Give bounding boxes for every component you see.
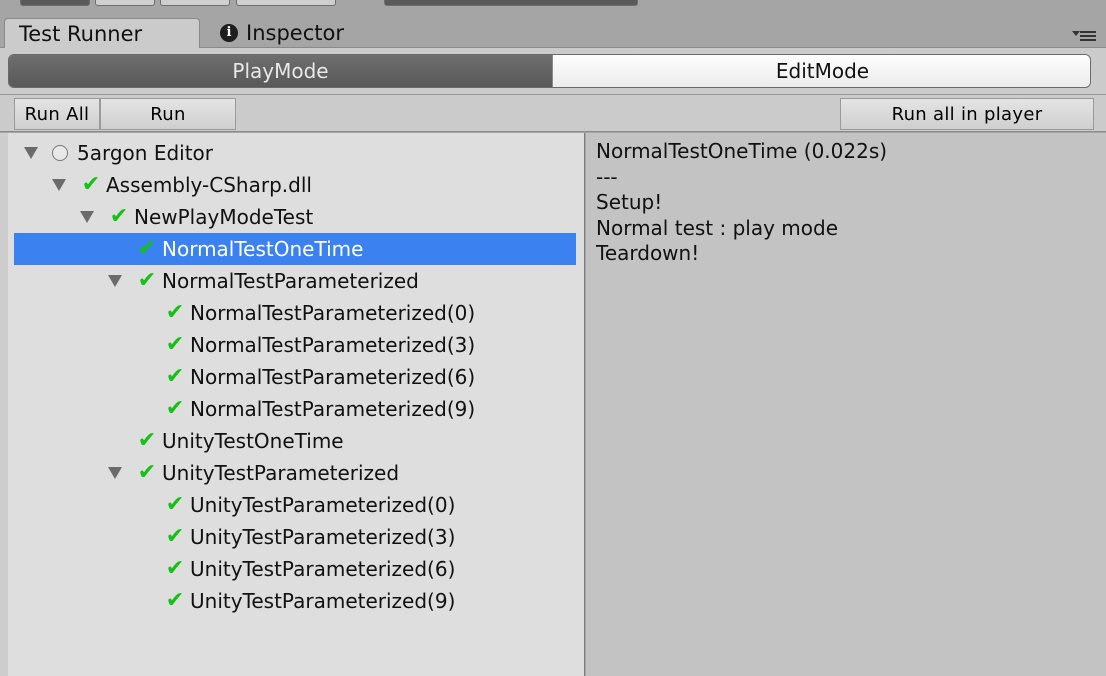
tree-row-assembly[interactable]: ✔ Assembly-CSharp.dll [14, 169, 576, 201]
tree-row[interactable]: ✔ NormalTestParameterized(3) [14, 329, 576, 361]
pass-check-icon: ✔ [165, 492, 185, 517]
pass-check-icon: ✔ [165, 364, 185, 389]
tree-row[interactable]: ✔ UnityTestParameterized(9) [14, 585, 576, 617]
tree-row-selected[interactable]: ✔ NormalTestOneTime [14, 233, 576, 265]
toolbar-segment[interactable] [20, 0, 90, 6]
tree-row[interactable]: ✔ UnityTestOneTime [14, 425, 576, 457]
tab-label: Inspector [246, 21, 344, 45]
tree-row[interactable]: ✔ UnityTestParameterized [14, 457, 576, 489]
test-result-detail: NormalTestOneTime (0.022s) --- Setup! No… [586, 133, 1106, 676]
tree-row-fixture[interactable]: ✔ NewPlayModeTest [14, 201, 576, 233]
tree-item-label: Assembly-CSharp.dll [106, 173, 312, 197]
expand-arrow-icon[interactable] [108, 467, 122, 479]
run-all-button[interactable]: Run All [14, 98, 100, 130]
result-title: NormalTestOneTime (0.022s) [596, 139, 888, 163]
tab-label: Test Runner [19, 22, 143, 46]
pass-check-icon: ✔ [165, 588, 185, 613]
toolbar-segment[interactable] [384, 0, 638, 6]
tree-item-label: NormalTestOneTime [162, 237, 364, 261]
result-log-line: Setup! [596, 190, 663, 215]
pass-check-icon: ✔ [137, 236, 157, 261]
tree-item-label: UnityTestParameterized(0) [190, 493, 456, 517]
tree-row[interactable]: ✔ NormalTestParameterized(9) [14, 393, 576, 425]
pass-check-icon: ✔ [165, 396, 185, 421]
pass-check-icon: ✔ [81, 172, 101, 197]
pass-check-icon: ✔ [109, 204, 129, 229]
tree-row[interactable]: ✔ UnityTestParameterized(6) [14, 553, 576, 585]
mode-bar: PlayMode EditMode [0, 48, 1106, 94]
window-tab-bar: Test Runner i Inspector [0, 16, 1106, 48]
pass-check-icon: ✔ [137, 428, 157, 453]
tree-row[interactable]: ✔ NormalTestParameterized(6) [14, 361, 576, 393]
pass-check-icon: ✔ [137, 268, 157, 293]
tab-test-runner[interactable]: Test Runner [4, 18, 200, 48]
tree-row-root[interactable]: 5argon Editor [14, 137, 576, 169]
pass-check-icon: ✔ [165, 556, 185, 581]
playmode-button[interactable]: PlayMode [9, 55, 552, 87]
toolbar-segment[interactable] [160, 0, 230, 6]
expand-arrow-icon[interactable] [80, 211, 94, 223]
tree-item-label: NormalTestParameterized(6) [190, 365, 476, 389]
window-menu-icon[interactable] [1072, 29, 1096, 43]
run-selected-button[interactable]: Run Selected [100, 98, 236, 157]
result-log-line: Normal test : play mode [596, 215, 839, 240]
tree-item-label: UnityTestParameterized(3) [190, 525, 456, 549]
info-icon: i [220, 24, 238, 42]
editmode-button[interactable]: EditMode [552, 55, 1090, 87]
expand-arrow-icon[interactable] [108, 275, 122, 287]
tree-row[interactable]: ✔ NormalTestParameterized [14, 265, 576, 297]
tab-inspector[interactable]: i Inspector [214, 18, 350, 48]
tree-item-label: NormalTestParameterized(9) [190, 397, 476, 421]
mode-toggle: PlayMode EditMode [8, 54, 1091, 88]
result-separator: --- [596, 164, 618, 189]
tree-item-label: UnityTestParameterized(6) [190, 557, 456, 581]
tree-item-label: 5argon Editor [77, 141, 214, 165]
pass-check-icon: ✔ [137, 460, 157, 485]
tree-item-label: NormalTestParameterized(3) [190, 333, 476, 357]
result-log-line: Teardown! [596, 241, 700, 266]
tree-item-label: UnityTestOneTime [162, 429, 344, 453]
pass-check-icon: ✔ [165, 524, 185, 549]
run-in-player-button[interactable]: Run all in player (Android) [840, 98, 1094, 157]
test-tree: 5argon Editor ✔ Assembly-CSharp.dll ✔ Ne… [0, 133, 585, 676]
tree-row[interactable]: ✔ UnityTestParameterized(0) [14, 489, 576, 521]
toolbar-segment[interactable] [95, 0, 155, 6]
pass-check-icon: ✔ [165, 332, 185, 357]
pass-check-icon: ✔ [165, 300, 185, 325]
tree-row[interactable]: ✔ NormalTestParameterized(0) [14, 297, 576, 329]
test-actions-toolbar: Run All Run Selected Run all in player (… [0, 94, 1106, 157]
tree-row[interactable]: ✔ UnityTestParameterized(3) [14, 521, 576, 553]
tree-item-label: UnityTestParameterized [162, 461, 400, 485]
top-toolbar-strip [0, 0, 1106, 16]
tree-item-label: NormalTestParameterized [162, 269, 419, 293]
expand-arrow-icon[interactable] [52, 179, 66, 191]
tree-item-label: UnityTestParameterized(9) [190, 589, 456, 613]
not-run-circle-icon [52, 145, 68, 161]
tree-item-label: NormalTestParameterized(0) [190, 301, 476, 325]
tree-item-label: NewPlayModeTest [134, 205, 314, 229]
expand-arrow-icon[interactable] [24, 147, 38, 159]
toolbar-segment[interactable] [236, 0, 336, 6]
